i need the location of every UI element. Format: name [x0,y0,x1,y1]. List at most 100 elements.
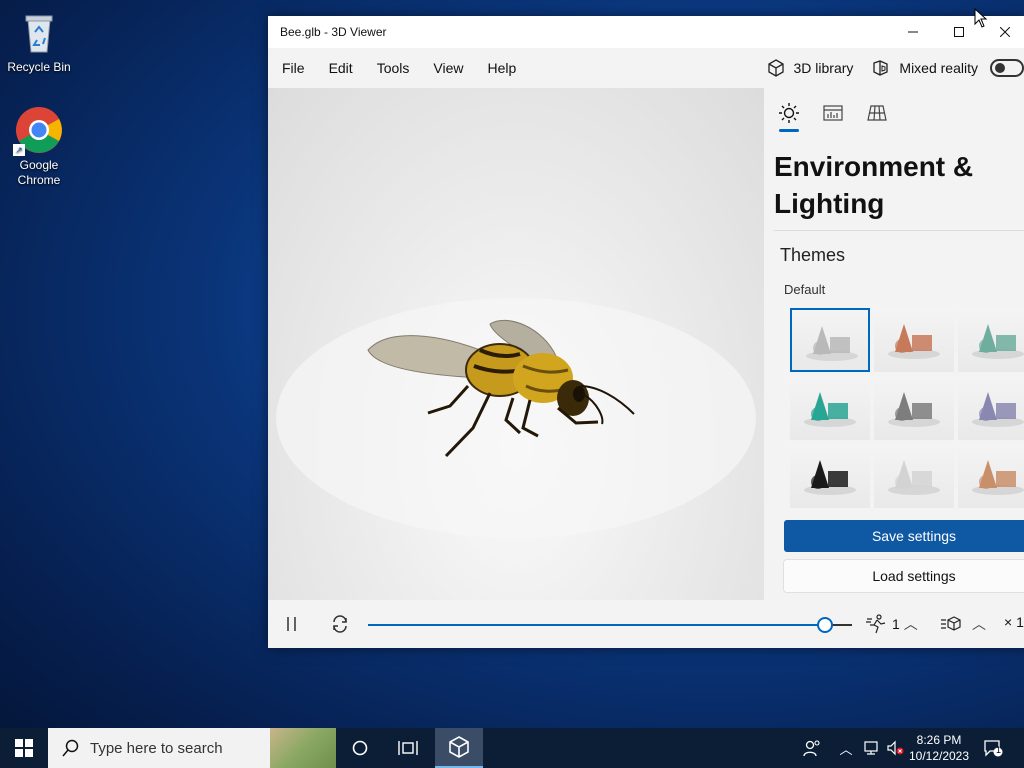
mixed-reality-toggle[interactable] [990,59,1024,77]
sun-icon [779,103,799,123]
menu-bar: File Edit Tools View Help 3D library Mix… [268,48,1024,88]
chevron-up-icon: ︿ [972,616,986,632]
theme-preview-shapes [972,392,1024,427]
search-placeholder: Type here to search [90,739,223,757]
minimize-icon [908,31,918,33]
start-button[interactable] [0,728,48,768]
menu-view[interactable]: View [421,48,475,88]
cortana-icon [352,740,368,756]
minimize-button[interactable] [890,16,936,48]
network-button[interactable] [860,728,882,768]
mixed-reality-icon [873,60,889,76]
theme-preview-shapes [888,460,940,495]
people-button[interactable] [798,728,826,768]
notification-count: 1 [996,745,1002,755]
bee-model [276,298,756,538]
theme-thumbnail[interactable] [874,444,954,508]
search-highlight-image [270,728,336,768]
theme-thumbnail[interactable] [874,308,954,372]
pause-button[interactable] [286,616,298,637]
load-settings-button[interactable]: Load settings [784,560,1024,592]
title-bar[interactable]: Bee.glb - 3D Viewer [268,16,1024,48]
3d-library-label: 3D library [793,60,854,76]
loop-button[interactable] [330,614,350,639]
animation-timeline[interactable] [368,617,852,633]
close-button[interactable] [982,16,1024,48]
timeline-thumb[interactable] [816,617,833,633]
loop-icon [333,615,347,633]
taskbar-3d-viewer[interactable] [435,728,483,768]
menu-tools[interactable]: Tools [365,48,422,88]
clock-date: 10/12/2023 [908,749,970,763]
people-icon [803,740,820,757]
default-label: Default [784,282,826,297]
desktop-icon-recycle-bin[interactable]: Recycle Bin [3,8,75,75]
maximize-icon [954,27,964,37]
search-icon [62,739,79,757]
action-center-button[interactable]: 1 [980,728,1006,768]
taskbar: Type here to search ︿ 8:26 PM 10/12/2023… [0,728,1024,768]
desktop-icon-label: Google Chrome [17,158,61,187]
viewer-window: Bee.glb - 3D Viewer File Edit Tools View… [268,16,1024,648]
playback-bar: 1 ︿ ︿ × 1 [268,600,1024,648]
menu-edit[interactable]: Edit [317,48,365,88]
scale-label: × 1 [1004,614,1024,630]
grid-icon [867,105,887,121]
theme-preview-shapes [804,392,856,427]
tab-environment[interactable] [776,102,802,132]
cube-list-icon [941,616,961,631]
scale-control[interactable]: × 1 [1004,614,1024,630]
timeline-progress [368,624,823,626]
save-settings-button[interactable]: Save settings [784,520,1024,552]
menu-file[interactable]: File [268,48,317,88]
themes-heading: Themes [780,245,846,265]
task-view-icon [398,741,418,755]
view-mode-control[interactable]: ︿ [940,614,986,634]
3d-viewer-app-icon [449,736,469,758]
theme-thumbnail[interactable] [790,444,870,508]
theme-thumbnail[interactable] [790,376,870,440]
theme-thumbnail[interactable] [958,444,1024,508]
close-icon [1000,27,1010,37]
3d-viewport[interactable] [268,88,764,600]
tab-grid[interactable] [864,102,890,132]
tab-stats[interactable] [820,102,846,132]
3d-library-button[interactable]: 3D library [760,58,860,78]
task-view-button[interactable] [384,728,432,768]
theme-preview-shapes [888,392,940,427]
recycle-bin-icon [15,8,63,56]
theme-preview-shapes [972,324,1024,359]
mixed-reality-button[interactable]: Mixed reality [865,58,984,78]
shortcut-arrow-icon: ↗ [13,144,25,156]
theme-preview-shapes [806,326,858,361]
system-clock[interactable]: 8:26 PM 10/12/2023 [904,732,974,764]
theme-thumbnail[interactable] [958,376,1024,440]
clock-time: 8:26 PM [916,733,962,747]
mouse-cursor-icon [974,8,988,28]
pause-icon [287,617,296,631]
windows-logo-icon [15,739,33,757]
stats-icon [823,105,843,121]
menu-help[interactable]: Help [475,48,528,88]
panel-title: Environment & Lighting [774,151,974,219]
mixed-reality-label: Mixed reality [899,60,978,76]
theme-preview-shapes [972,460,1024,495]
volume-muted-icon [887,740,904,756]
chevron-up-icon: ︿ [839,741,853,757]
animation-speed-control[interactable]: 1 ︿ [866,614,918,634]
volume-button[interactable] [884,728,906,768]
desktop-icon-label: Recycle Bin [7,60,71,74]
cortana-button[interactable] [336,728,384,768]
chevron-up-icon: ︿ [903,616,918,632]
theme-thumbnail[interactable] [874,376,954,440]
theme-thumbnail[interactable] [958,308,1024,372]
running-figure-icon [866,614,886,634]
theme-thumbnail[interactable] [790,308,870,372]
show-hidden-icons-button[interactable]: ︿ [836,728,856,768]
taskbar-search-box[interactable]: Type here to search [48,728,336,768]
desktop-icon-google-chrome[interactable]: ↗ Google Chrome [3,106,75,188]
cube-icon [767,59,784,77]
network-icon [864,741,878,755]
speed-value: 1 [892,616,900,632]
theme-preview-shapes [804,460,856,495]
